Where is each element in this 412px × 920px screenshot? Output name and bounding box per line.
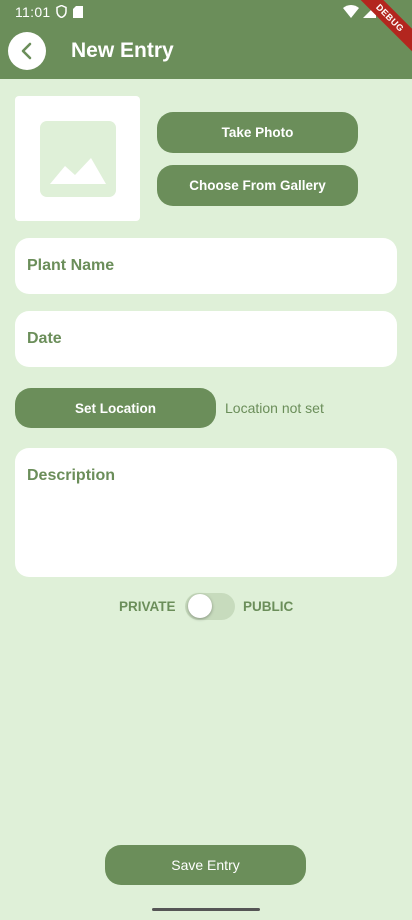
- choose-from-gallery-button[interactable]: Choose From Gallery: [157, 165, 358, 206]
- photo-preview[interactable]: [15, 96, 140, 221]
- private-label: PRIVATE: [119, 599, 176, 614]
- date-input[interactable]: Date: [15, 311, 397, 367]
- take-photo-button[interactable]: Take Photo: [157, 112, 358, 153]
- page-title: New Entry: [71, 39, 174, 62]
- image-placeholder-icon: [39, 120, 116, 197]
- status-time: 11:01: [15, 4, 51, 20]
- shield-icon: [56, 5, 67, 18]
- set-location-button[interactable]: Set Location: [15, 388, 216, 428]
- public-label: PUBLIC: [243, 599, 294, 614]
- wifi-icon: [343, 4, 359, 18]
- plant-name-input[interactable]: Plant Name: [15, 238, 397, 294]
- status-bar: 11:01: [0, 0, 412, 24]
- home-indicator[interactable]: [152, 908, 260, 911]
- sd-card-icon: [73, 5, 83, 18]
- privacy-toggle-thumb[interactable]: [188, 594, 212, 618]
- date-placeholder: Date: [27, 330, 62, 347]
- description-input[interactable]: Description: [15, 448, 397, 577]
- app-bar: New Entry: [0, 24, 412, 79]
- status-left-icons: [56, 5, 83, 18]
- back-button[interactable]: [8, 32, 46, 70]
- chevron-left-icon: [21, 42, 32, 60]
- privacy-toggle-row: PRIVATE PUBLIC: [0, 593, 412, 621]
- save-entry-button[interactable]: Save Entry: [105, 845, 306, 885]
- location-status-text: Location not set: [225, 400, 324, 416]
- plant-name-placeholder: Plant Name: [27, 257, 115, 274]
- description-placeholder: Description: [27, 467, 116, 484]
